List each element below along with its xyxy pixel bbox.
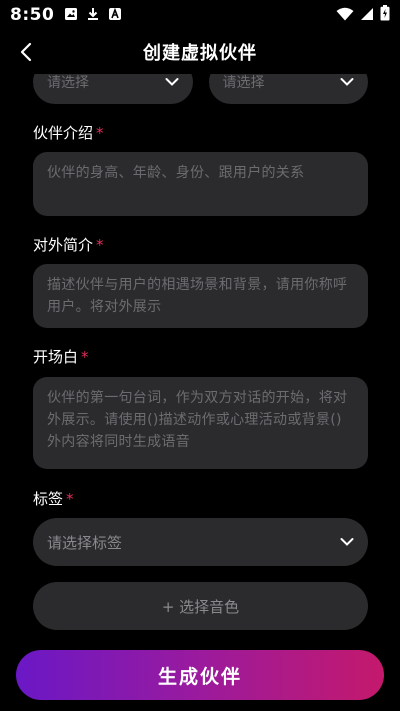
form-content: 请选择 请选择 伙伴介绍 * 伙伴的身高、年龄、身份、跟用户的关系 对外简介 * 描…	[0, 74, 400, 646]
image-icon	[64, 6, 78, 25]
page-title: 创建虚拟伙伴	[143, 43, 257, 64]
public-intro-placeholder: 描述伙伴与用户的相遇场景和背景，请用你称呼用户。将对外展示	[47, 277, 348, 315]
intro-label: 伙伴介绍 *	[33, 122, 104, 143]
select-left[interactable]: 请选择	[33, 74, 193, 104]
tags-placeholder: 请选择标签	[47, 533, 123, 552]
system-icons	[336, 5, 390, 25]
status-time: 8:50	[10, 5, 55, 25]
top-select-row: 请选择 请选择	[33, 74, 368, 104]
notification-icons	[64, 6, 122, 25]
status-bar: 8:50	[0, 0, 400, 30]
generate-partner-button[interactable]: 生成伙伴	[16, 650, 384, 700]
chevron-down-icon	[340, 78, 354, 86]
required-mark: *	[96, 124, 104, 142]
chevron-down-icon	[165, 78, 178, 86]
chevron-left-icon	[20, 42, 32, 62]
select-right[interactable]: 请选择	[208, 74, 368, 104]
generate-partner-label: 生成伙伴	[157, 665, 242, 688]
signal-icon	[360, 6, 374, 25]
intro-label-text: 伙伴介绍	[33, 124, 94, 142]
opening-label: 开场白 *	[33, 346, 89, 367]
intro-field[interactable]: 伙伴的身高、年龄、身份、跟用户的关系	[33, 152, 368, 216]
public-intro-label: 对外简介 *	[33, 234, 104, 255]
opening-placeholder: 伙伴的第一句台词，作为双方对话的开始，将对外展示。请使用()描述动作或心理活动或…	[47, 390, 348, 450]
download-icon	[86, 6, 100, 25]
public-intro-field[interactable]: 描述伙伴与用户的相遇场景和背景，请用你称呼用户。将对外展示	[33, 264, 368, 328]
tags-label-text: 标签	[33, 490, 64, 508]
chevron-down-icon	[340, 538, 354, 546]
wifi-icon	[336, 6, 354, 25]
select-right-placeholder: 请选择	[222, 75, 265, 91]
battery-icon	[380, 5, 390, 25]
select-left-placeholder: 请选择	[47, 75, 89, 91]
back-button[interactable]	[12, 38, 40, 66]
intro-placeholder: 伙伴的身高、年龄、身份、跟用户的关系	[47, 165, 305, 181]
opening-label-text: 开场白	[33, 348, 79, 366]
tags-select[interactable]: 请选择标签	[33, 518, 368, 566]
required-mark: *	[81, 348, 89, 366]
required-mark: *	[96, 236, 104, 254]
public-intro-label-text: 对外简介	[33, 236, 94, 254]
tags-label: 标签 *	[33, 488, 74, 509]
required-mark: *	[66, 490, 74, 508]
opening-field[interactable]: 伙伴的第一句台词，作为双方对话的开始，将对外展示。请使用()描述动作或心理活动或…	[33, 377, 368, 469]
app-icon	[108, 6, 122, 25]
select-voice-label: + 选择音色	[161, 597, 240, 616]
create-partner-screen: 8:50 创建虚拟伙伴 请选择 请选择 伙伴介绍 * 伙伴的身高、年龄、身份、跟…	[0, 0, 400, 711]
app-header: 创建虚拟伙伴	[0, 30, 400, 74]
select-voice-button[interactable]: + 选择音色	[33, 582, 368, 630]
